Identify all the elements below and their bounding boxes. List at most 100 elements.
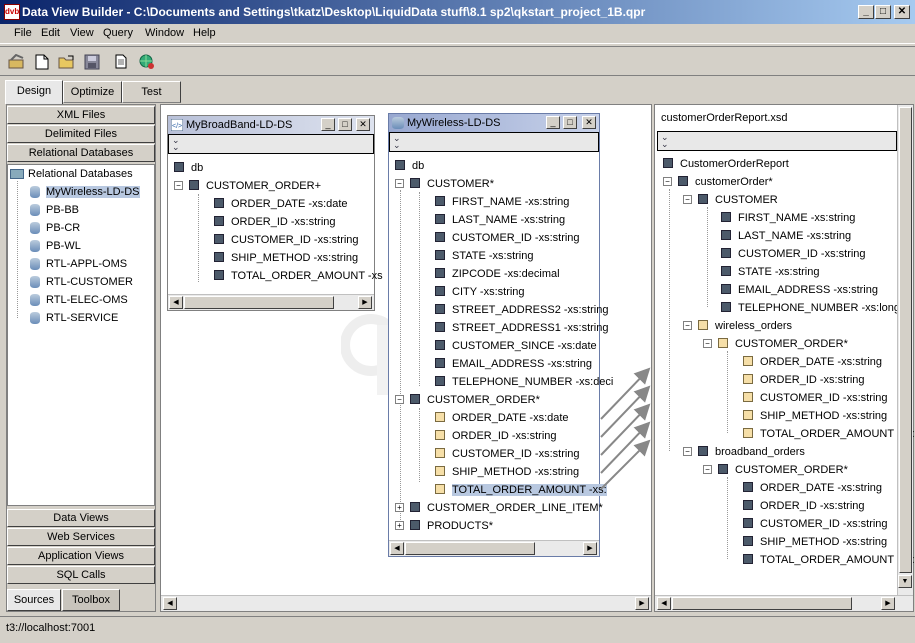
menu-view[interactable]: View [70, 27, 94, 39]
open-folder-icon[interactable] [56, 51, 78, 73]
broadband-window-titlebar[interactable]: </> MyBroadBand-LD-DS _ □ ✕ [168, 116, 374, 134]
tab-optimize[interactable]: Optimize [63, 81, 122, 103]
collapse-bar[interactable]: ⌄ ⌄ [657, 131, 897, 151]
tree-field[interactable]: STREET_ADDRESS2 -xs:string [435, 302, 608, 318]
collapse-icon[interactable]: − [703, 464, 712, 474]
tree-field[interactable]: ORDER_DATE -xs:date [214, 196, 348, 212]
schema-root[interactable]: CustomerOrderReport [663, 156, 789, 172]
schema-vertical-scrollbar[interactable]: ▼ [897, 105, 913, 595]
tree-field[interactable]: TELEPHONE_NUMBER -xs:deci [435, 374, 613, 390]
menu-file[interactable]: File [14, 27, 32, 39]
collapse-icon[interactable]: − [683, 320, 692, 330]
globe-run-icon[interactable] [136, 51, 158, 73]
tree-field[interactable]: STATE -xs:string [435, 248, 534, 264]
tab-toolbox[interactable]: Toolbox [62, 589, 120, 611]
open-project-icon[interactable] [6, 51, 28, 73]
schema-horizontal-scrollbar[interactable]: ◀ ▶ [655, 595, 913, 611]
schema-field[interactable]: TOTAL_ORDER_AMOUNT -xs:d [743, 426, 915, 442]
scroll-thumb[interactable] [405, 542, 535, 555]
menu-window[interactable]: Window [145, 27, 184, 39]
window-minimize-button[interactable]: _ [546, 116, 560, 129]
schema-node-wireless-customer-order[interactable]: − CUSTOMER_ORDER* [703, 336, 848, 352]
schema-node-customer[interactable]: − CUSTOMER [683, 192, 778, 208]
window-maximize-button[interactable]: □ [563, 116, 577, 129]
expand-icon[interactable]: + [395, 520, 404, 530]
section-xml-files[interactable]: XML Files [7, 106, 155, 124]
schema-field[interactable]: SHIP_METHOD -xs:string [743, 534, 887, 550]
scroll-left-icon[interactable]: ◀ [163, 597, 177, 610]
collapse-icon[interactable]: − [703, 338, 712, 348]
menu-edit[interactable]: Edit [41, 27, 60, 39]
scroll-left-icon[interactable]: ◀ [169, 296, 183, 309]
schema-node-wireless-orders[interactable]: − wireless_orders [683, 318, 792, 334]
scroll-left-icon[interactable]: ◀ [657, 597, 671, 610]
collapse-icon[interactable]: − [395, 178, 404, 188]
schema-field[interactable]: ORDER_DATE -xs:string [743, 354, 882, 370]
tree-item[interactable]: RTL-CUSTOMER [30, 274, 133, 290]
collapse-icon[interactable]: − [174, 180, 183, 190]
new-file-icon[interactable] [31, 51, 53, 73]
maximize-button[interactable]: □ [875, 5, 891, 19]
tree-node-db[interactable]: db [395, 158, 424, 174]
tree-field-highlighted[interactable]: TOTAL_ORDER_AMOUNT -xs: [435, 482, 607, 498]
tree-field[interactable]: ORDER_DATE -xs:date [435, 410, 569, 426]
window-maximize-button[interactable]: □ [338, 118, 352, 131]
broadband-source-window[interactable]: </> MyBroadBand-LD-DS _ □ ✕ ⌄ ⌄ db − CUSTO… [167, 115, 383, 311]
wireless-window-titlebar[interactable]: MyWireless-LD-DS _ □ ✕ [389, 114, 599, 132]
tree-item[interactable]: PB-WL [30, 238, 81, 254]
section-relational-databases[interactable]: Relational Databases [7, 144, 155, 162]
section-application-views[interactable]: Application Views [7, 547, 155, 565]
title-bar[interactable]: dvb Data View Builder - C:\Documents and… [0, 0, 915, 24]
design-canvas[interactable]: </> MyBroadBand-LD-DS _ □ ✕ ⌄ ⌄ db − CUSTO… [160, 104, 652, 612]
tab-design[interactable]: Design [5, 80, 63, 104]
minimize-button[interactable]: _ [858, 5, 874, 19]
tree-field[interactable]: EMAIL_ADDRESS -xs:string [435, 356, 592, 372]
tree-field[interactable]: CUSTOMER_ID -xs:string [435, 446, 580, 462]
collapse-icon[interactable]: − [395, 394, 404, 404]
tree-field[interactable]: LAST_NAME -xs:string [435, 212, 565, 228]
collapse-icon[interactable]: − [663, 176, 672, 186]
tree-item[interactable]: RTL-ELEC-OMS [30, 292, 128, 308]
tree-field[interactable]: FIRST_NAME -xs:string [435, 194, 569, 210]
tree-node-db[interactable]: db [174, 160, 203, 176]
tab-test[interactable]: Test [122, 81, 181, 103]
tree-root[interactable]: Relational Databases [10, 166, 133, 182]
canvas-horizontal-scrollbar[interactable]: ◀ ▶ [161, 595, 651, 611]
section-web-services[interactable]: Web Services [7, 528, 155, 546]
schema-field[interactable]: STATE -xs:string [721, 264, 820, 280]
scroll-down-icon[interactable]: ▼ [898, 575, 912, 588]
tree-node-products[interactable]: + PRODUCTS* [395, 518, 493, 534]
window-close-button[interactable]: ✕ [356, 118, 370, 131]
scroll-thumb[interactable] [672, 597, 852, 610]
tree-node-customer-order[interactable]: − CUSTOMER_ORDER+ [174, 178, 321, 194]
tree-field[interactable]: SHIP_METHOD -xs:string [435, 464, 579, 480]
wireless-source-window[interactable]: MyWireless-LD-DS _ □ ✕ ⌄ ⌄ db − CUSTOMER* … [388, 113, 613, 557]
scroll-right-icon[interactable]: ▶ [881, 597, 895, 610]
scroll-thumb[interactable] [899, 107, 912, 573]
tree-node-line-item[interactable]: + CUSTOMER_ORDER_LINE_ITEM* [395, 500, 603, 516]
schema-field[interactable]: LAST_NAME -xs:string [721, 228, 851, 244]
tree-item[interactable]: RTL-APPL-OMS [30, 256, 127, 272]
schema-field[interactable]: CUSTOMER_ID -xs:string [721, 246, 866, 262]
copy-document-icon[interactable] [110, 51, 132, 73]
scroll-right-icon[interactable]: ▶ [635, 597, 649, 610]
scroll-right-icon[interactable]: ▶ [583, 542, 597, 555]
tree-item[interactable]: PB-CR [30, 220, 80, 236]
scroll-right-icon[interactable]: ▶ [358, 296, 372, 309]
menu-help[interactable]: Help [193, 27, 216, 39]
horizontal-scrollbar[interactable]: ◀ ▶ [168, 294, 374, 310]
schema-node-customer-order[interactable]: − customerOrder* [663, 174, 773, 190]
schema-field[interactable]: SHIP_METHOD -xs:string [743, 408, 887, 424]
collapse-icon[interactable]: − [683, 446, 692, 456]
tree-item[interactable]: RTL-SERVICE [30, 310, 118, 326]
tree-field[interactable]: CUSTOMER_ID -xs:string [435, 230, 580, 246]
tree-item[interactable]: PB-BB [30, 202, 79, 218]
schema-field[interactable]: TOTAL_ORDER_AMOUNT -xs:string [743, 552, 915, 568]
tree-field[interactable]: STREET_ADDRESS1 -xs:string [435, 320, 608, 336]
schema-field[interactable]: ORDER_DATE -xs:string [743, 480, 882, 496]
schema-field[interactable]: CUSTOMER_ID -xs:string [743, 516, 888, 532]
window-minimize-button[interactable]: _ [321, 118, 335, 131]
schema-field[interactable]: FIRST_NAME -xs:string [721, 210, 855, 226]
tree-node-customer-order[interactable]: − CUSTOMER_ORDER* [395, 392, 540, 408]
expand-icon[interactable]: + [395, 502, 404, 512]
